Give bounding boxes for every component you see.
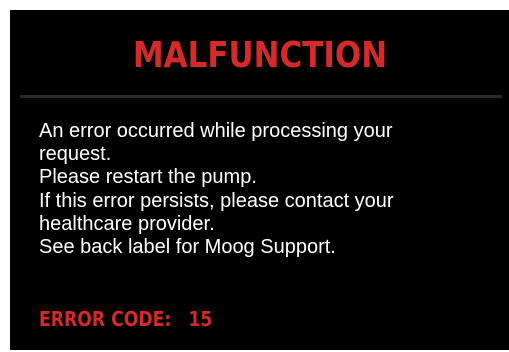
error-code-label: ERROR CODE: [39,307,172,331]
message-line: healthcare provider. [39,212,215,235]
message-line: See back label for Moog Support. [39,236,336,259]
error-code-row: ERROR CODE: 15 [39,309,212,329]
title-divider [20,95,502,98]
message-line: An error occurred while processing your [39,120,393,142]
malfunction-screen: MALFUNCTION An error occurred while proc… [10,10,509,350]
error-code-value: 15 [188,307,213,331]
message-line: request. [39,143,112,166]
malfunction-title: MALFUNCTION [132,35,388,76]
message-line: Please restart the pump. [39,166,257,189]
message-line: If this error persists, please contact y… [39,189,394,212]
error-message: An error occurred while processing your … [39,120,499,259]
